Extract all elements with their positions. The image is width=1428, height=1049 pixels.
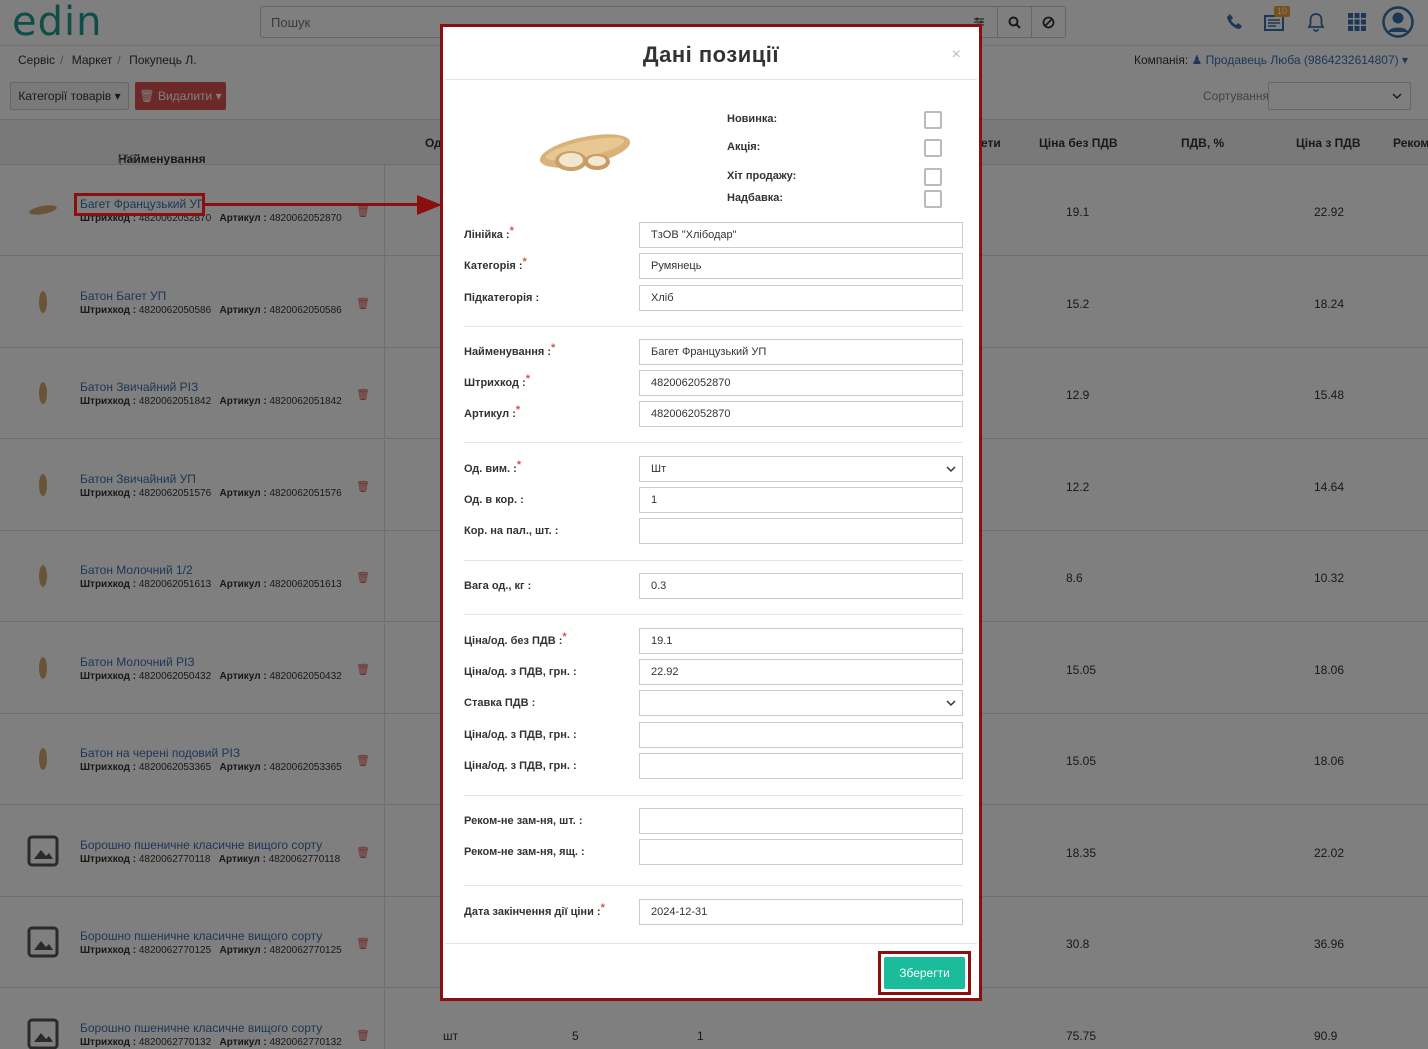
boxes-per-pallet-input[interactable] xyxy=(639,518,963,544)
unit-select[interactable]: Шт xyxy=(639,456,963,482)
price-vat-label: Ціна/од. з ПДВ, грн. : xyxy=(464,666,577,678)
weight-label: Вага од., кг : xyxy=(464,580,532,592)
modal-title: Дані позиції xyxy=(642,42,780,67)
name-label: Найменування :* xyxy=(464,342,556,358)
category-input[interactable]: Румянець xyxy=(639,253,963,279)
boxes-per-pallet-label: Кор. на пал., шт. : xyxy=(464,525,559,537)
price-vat-3-label: Ціна/од. з ПДВ, грн. : xyxy=(464,760,577,772)
flag-checkbox[interactable] xyxy=(924,168,942,186)
modal-header: Дані позиції × xyxy=(445,29,977,80)
weight-input[interactable]: 0.3 xyxy=(639,573,963,599)
recom-box-label: Реком-не зам-ня, ящ. : xyxy=(464,846,585,858)
unit-label: Од. вим. :* xyxy=(464,459,522,475)
section-divider xyxy=(464,560,963,561)
price-end-date-label: Дата закінчення дії ціни :* xyxy=(464,902,605,918)
section-divider xyxy=(464,795,963,796)
flag-checkbox[interactable] xyxy=(924,111,942,129)
section-divider xyxy=(464,614,963,615)
section-divider xyxy=(464,885,963,886)
product-image xyxy=(539,134,631,171)
flag-label: Новинка: xyxy=(727,113,778,125)
pointer-arrow-head xyxy=(417,195,442,215)
flag-checkbox[interactable] xyxy=(924,190,942,208)
price-vat-2-label: Ціна/од. з ПДВ, грн. : xyxy=(464,729,577,741)
price-vat-input[interactable]: 22.92 xyxy=(639,659,963,685)
close-icon[interactable]: × xyxy=(952,46,961,64)
barcode-label: Штрихкод :* xyxy=(464,373,530,389)
pointer-arrow xyxy=(205,203,427,206)
vat-rate-label: Ставка ПДВ : xyxy=(464,697,536,709)
recom-pcs-label: Реком-не зам-ня, шт. : xyxy=(464,815,583,827)
item-details-modal: Дані позиції × Новинка: Акція: Хіт прода… xyxy=(445,29,977,996)
barcode-input[interactable]: 4820062052870 xyxy=(639,370,963,396)
chevron-down-icon xyxy=(946,700,956,707)
save-button[interactable]: Зберегти xyxy=(884,957,965,989)
category-label: Категорія :* xyxy=(464,256,527,272)
chevron-down-icon xyxy=(946,466,956,473)
flag-label: Акція: xyxy=(727,141,761,153)
line-input[interactable]: ТзОВ "Хлібодар" xyxy=(639,222,963,248)
article-input[interactable]: 4820062052870 xyxy=(639,401,963,427)
price-vat-2-input[interactable] xyxy=(639,722,963,748)
highlight-frame xyxy=(74,193,205,216)
price-no-vat-label: Ціна/од. без ПДВ :* xyxy=(464,631,567,647)
recom-box-input[interactable] xyxy=(639,839,963,865)
vat-rate-select[interactable] xyxy=(639,690,963,716)
recom-pcs-input[interactable] xyxy=(639,808,963,834)
name-input[interactable]: Багет Французький УП xyxy=(639,339,963,365)
subcategory-input[interactable]: Хліб xyxy=(639,285,963,311)
flag-label: Надбавка: xyxy=(727,192,784,204)
save-highlight-frame: Зберегти xyxy=(878,951,971,995)
flag-checkbox[interactable] xyxy=(924,139,942,157)
subcategory-label: Підкатегорія : xyxy=(464,292,540,304)
section-divider xyxy=(464,442,963,443)
line-label: Лінійка :* xyxy=(464,225,514,241)
article-label: Артикул :* xyxy=(464,404,521,420)
price-end-date-input[interactable]: 2024-12-31 xyxy=(639,899,963,925)
price-vat-3-input[interactable] xyxy=(639,753,963,779)
section-divider xyxy=(464,326,963,327)
modal-highlight-frame: Дані позиції × Новинка: Акція: Хіт прода… xyxy=(440,24,982,1001)
footer-divider xyxy=(445,943,977,944)
price-no-vat-input[interactable]: 19.1 xyxy=(639,628,963,654)
units-per-box-label: Од. в кор. : xyxy=(464,494,524,506)
units-per-box-input[interactable]: 1 xyxy=(639,487,963,513)
flag-label: Хіт продажу: xyxy=(727,170,797,182)
